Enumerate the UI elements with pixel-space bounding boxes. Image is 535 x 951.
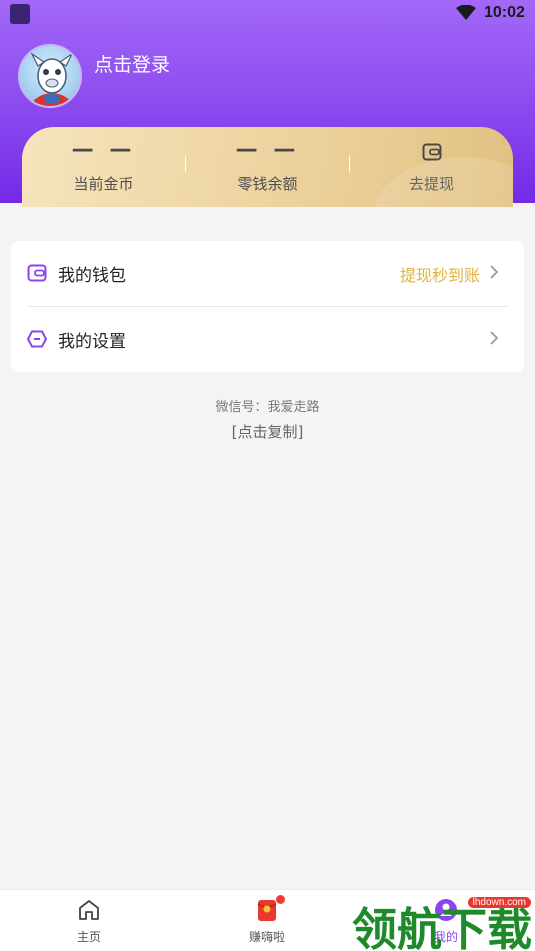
menu-item-label: 我的设置 <box>58 332 126 352</box>
home-icon <box>79 900 99 920</box>
coins-label: 当前金币 <box>73 175 134 193</box>
profile-header: 10:02 点击登录 — — 当前金币 — — 零钱余额 去提现 <box>0 0 535 207</box>
notification-badge <box>276 895 285 904</box>
mascot-icon <box>30 52 74 106</box>
login-link[interactable]: 点击登录 <box>94 50 170 77</box>
tab-earn[interactable]: 赚嗨啦 <box>178 890 356 951</box>
tab-home[interactable]: 主页 <box>0 890 178 951</box>
withdraw-label: 去提现 <box>408 175 454 193</box>
tab-label: 主页 <box>76 930 101 944</box>
wallet-icon <box>27 264 47 282</box>
app-notification-icon <box>10 4 30 24</box>
change-balance-label: 零钱余额 <box>237 175 298 193</box>
status-time: 10:02 <box>484 4 525 21</box>
watermark-logo: 领航下载 lhdown.com <box>350 893 535 951</box>
menu-item-label: 我的钱包 <box>58 266 126 286</box>
chevron-right-icon <box>490 331 499 345</box>
balance-card: — — 当前金币 — — 零钱余额 去提现 <box>22 127 513 207</box>
menu-item-wallet[interactable]: 我的钱包 提现秒到账 <box>11 241 524 307</box>
watermark-url: lhdown.com <box>467 897 531 908</box>
status-bar: 10:02 <box>0 0 535 30</box>
red-packet-icon <box>257 900 277 921</box>
chevron-right-icon <box>490 265 499 279</box>
menu-item-settings[interactable]: 我的设置 <box>11 307 524 372</box>
withdraw-hint: 提现秒到账 <box>399 266 480 285</box>
hexagon-settings-icon <box>27 330 47 348</box>
coins-stat[interactable]: — — 当前金币 <box>22 127 185 207</box>
change-balance-value: — — <box>235 137 300 162</box>
withdraw-stat[interactable]: 去提现 <box>350 127 513 207</box>
wifi-icon <box>456 5 476 20</box>
coins-value: — — <box>71 137 136 162</box>
change-balance-stat[interactable]: — — 零钱余额 <box>186 127 349 207</box>
tab-label: 赚嗨啦 <box>248 930 285 944</box>
avatar[interactable] <box>18 44 82 108</box>
wallet-icon <box>422 143 442 161</box>
copy-wechat-link[interactable]: [点击复制] <box>0 421 535 442</box>
wechat-id-text: 微信号：我爱走路 <box>215 400 320 415</box>
menu-card: 我的钱包 提现秒到账 我的设置 <box>11 241 524 372</box>
